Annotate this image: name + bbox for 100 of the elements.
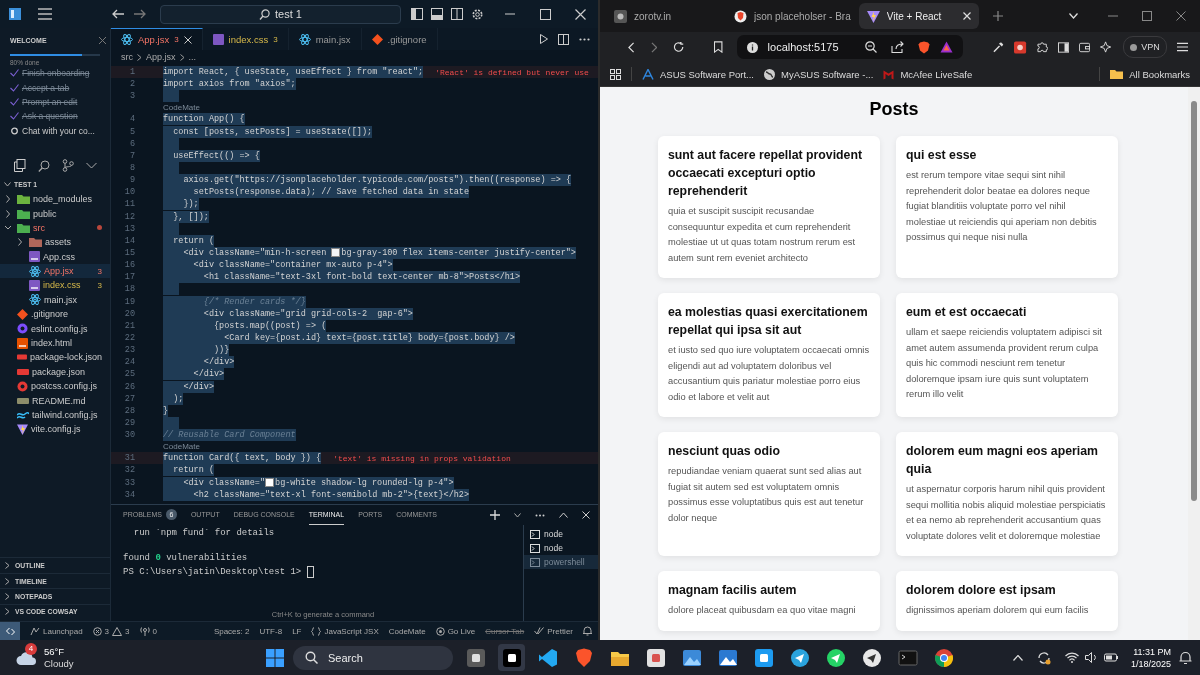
new-tab-icon[interactable]	[992, 11, 1003, 21]
sidebar-icon[interactable]	[1057, 41, 1069, 53]
color-swatch[interactable]	[265, 477, 275, 487]
bookmark[interactable]: McAfee LiveSafe	[883, 68, 973, 80]
tree-item[interactable]: App.jsx 3	[0, 263, 110, 279]
search-field[interactable]: test 1	[160, 4, 401, 24]
editor-tab[interactable]: index.css 3	[202, 28, 289, 50]
chrome-icon[interactable]	[933, 647, 954, 668]
tree-item[interactable]: postcss.config.js	[0, 379, 110, 394]
bookmark[interactable]: ASUS Software Port...	[642, 68, 754, 80]
forward-icon[interactable]	[650, 41, 658, 53]
launchpad-button[interactable]: Launchpad	[30, 626, 83, 636]
close-icon[interactable]	[1176, 11, 1186, 21]
tree-item[interactable]: App.css	[0, 249, 110, 264]
notes-icon[interactable]	[645, 647, 666, 668]
clock[interactable]: 11:31 PM 1/18/2025	[1130, 645, 1171, 670]
status-item[interactable]: Prettier	[534, 626, 573, 636]
menu-icon[interactable]	[1176, 42, 1188, 52]
chevron-up-icon[interactable]	[1012, 654, 1023, 661]
editor-tab[interactable]: main.jsx	[288, 28, 362, 50]
tree-item[interactable]: public	[0, 206, 110, 221]
status-item[interactable]: UTF-8	[259, 626, 283, 636]
lion-shield-icon[interactable]	[573, 647, 594, 668]
tree-item[interactable]: assets	[0, 235, 110, 250]
status-item[interactable]: Go Live	[435, 626, 476, 636]
terminal-item[interactable]: powershell	[524, 555, 598, 569]
chevron-up-icon[interactable]	[559, 512, 568, 518]
breadcrumb-item[interactable]: src	[121, 52, 133, 62]
all-bookmarks-button[interactable]: All Bookmarks	[1110, 68, 1190, 80]
search-box[interactable]: Search	[293, 645, 453, 670]
browser-tab[interactable]: zorotv.in	[606, 3, 726, 29]
settings-icon[interactable]	[471, 7, 484, 21]
zoom-out-icon[interactable]	[865, 41, 878, 53]
tree-item[interactable]: README.md	[0, 393, 110, 408]
tree-item[interactable]: package-lock.json	[0, 350, 110, 365]
ports-count[interactable]: 0	[139, 626, 157, 636]
code-lens[interactable]: CodeMate	[163, 442, 200, 452]
more-icon[interactable]	[579, 37, 590, 41]
terminal-icon[interactable]	[897, 647, 918, 668]
forward-arrow-icon[interactable]	[134, 9, 146, 19]
breadcrumb-item[interactable]: ...	[188, 52, 197, 62]
browser-tab[interactable]: json placeholser - Bra	[726, 3, 859, 29]
more-icon[interactable]	[535, 513, 545, 517]
terminal-item[interactable]: node	[524, 541, 598, 555]
lion-shield-icon[interactable]	[918, 40, 931, 54]
maximize-icon[interactable]	[1142, 11, 1152, 21]
vpn-button[interactable]: VPN	[1123, 36, 1167, 58]
volume-icon[interactable]	[1084, 652, 1098, 663]
plane-icon[interactable]	[789, 647, 810, 668]
terminal-item[interactable]: node	[524, 527, 598, 541]
add-icon[interactable]	[490, 510, 500, 520]
maximize-icon[interactable]	[540, 8, 551, 20]
color-swatch[interactable]	[331, 248, 341, 258]
checklist-item[interactable]: Accept a tab	[10, 80, 106, 95]
bookmark[interactable]: MyASUS Software -...	[764, 68, 874, 80]
triangle-icon[interactable]	[940, 41, 954, 53]
sparkle-icon[interactable]	[1100, 41, 1112, 53]
back-icon[interactable]	[628, 41, 635, 53]
address-bar[interactable]: localhost:5175	[736, 35, 964, 59]
app-icon[interactable]	[501, 647, 522, 668]
apps-grid-icon[interactable]	[610, 68, 621, 80]
status-item[interactable]: CodeMate	[388, 626, 426, 636]
warning-count[interactable]: 3	[112, 626, 130, 636]
files-icon[interactable]	[14, 159, 26, 173]
close-icon[interactable]	[575, 8, 586, 20]
weather-widget[interactable]: 4 56°F Cloudy	[16, 645, 266, 670]
chevron-down-icon[interactable]	[5, 223, 11, 232]
error-count[interactable]: 3	[92, 626, 110, 636]
tree-item[interactable]: src	[0, 220, 110, 236]
chevron-down-icon[interactable]	[4, 182, 11, 188]
extension-icon[interactable]	[1014, 40, 1027, 54]
chevron-down-icon[interactable]	[514, 512, 521, 518]
checklist-item[interactable]: Chat with your co...	[10, 123, 106, 138]
puzzle-icon[interactable]	[1036, 41, 1048, 53]
checklist-item[interactable]: Prompt an edit	[10, 94, 106, 110]
image-icon[interactable]	[717, 647, 738, 668]
source-control-icon[interactable]	[62, 159, 74, 173]
status-item[interactable]: Spaces: 2	[213, 626, 250, 636]
tree-item[interactable]: .gitignore	[0, 307, 110, 322]
wallet-icon[interactable]	[1078, 41, 1091, 53]
tree-item[interactable]: package.json	[0, 364, 110, 380]
editor-tab[interactable]: .gitignore	[361, 28, 438, 50]
back-arrow-icon[interactable]	[112, 9, 124, 19]
close-icon[interactable]	[183, 35, 192, 44]
eyedropper-icon[interactable]	[993, 41, 1005, 53]
menu-icon[interactable]	[38, 8, 52, 20]
mountain-icon[interactable]	[681, 647, 702, 668]
remote-button[interactable]	[0, 622, 20, 640]
sync-icon[interactable]	[1036, 650, 1051, 665]
editor-tab[interactable]: App.jsx 3	[111, 28, 203, 50]
panel-layout-icon[interactable]	[431, 8, 443, 20]
layout-icon[interactable]	[8, 7, 22, 21]
share-icon[interactable]	[891, 41, 905, 53]
chevron-right-icon[interactable]	[17, 238, 23, 247]
status-item[interactable]: JavaScript JSX	[311, 626, 379, 636]
tree-item[interactable]: eslint.config.js	[0, 321, 110, 336]
scrollbar-thumb[interactable]	[1191, 101, 1197, 501]
checklist-item[interactable]: Ask a question	[10, 109, 106, 124]
ribbon-icon[interactable]	[537, 647, 558, 668]
run-icon[interactable]	[540, 34, 548, 44]
